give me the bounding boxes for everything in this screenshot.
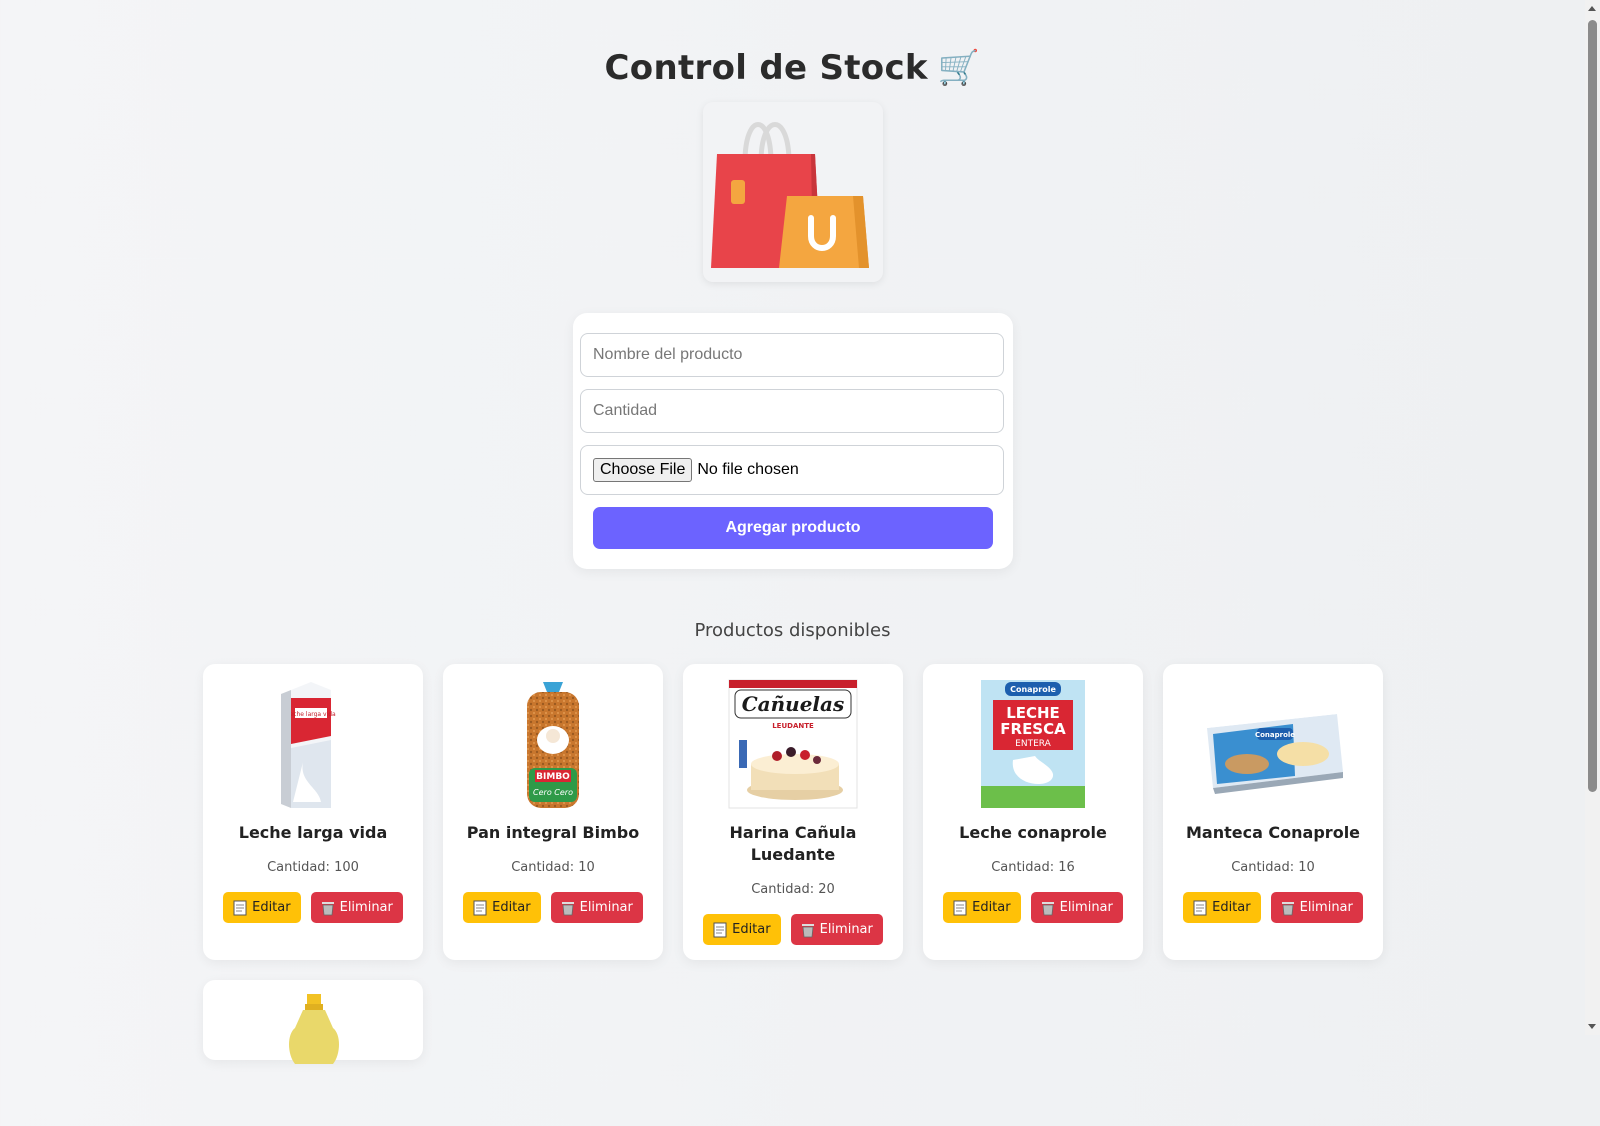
vertical-scrollbar[interactable] [1585, 0, 1600, 1035]
edit-label: Editar [252, 900, 291, 915]
shopping-bags-icon [711, 122, 869, 268]
product-name: Leche conaprole [959, 823, 1107, 842]
delete-button[interactable]: Eliminar [1030, 892, 1123, 923]
file-status: No file chosen [697, 461, 799, 478]
product-quantity: Cantidad: 10 [1231, 860, 1315, 875]
trash-icon [321, 901, 334, 915]
edit-label: Editar [1212, 900, 1251, 915]
scroll-up-arrow-icon[interactable] [1588, 6, 1596, 11]
trash-icon [801, 923, 814, 937]
edit-label: Editar [732, 922, 771, 937]
product-actions: Editar Eliminar [923, 892, 1143, 923]
product-card: Cañuelas LEUDANTE Harina Cañula Luedante… [683, 664, 903, 960]
add-product-button[interactable]: Agregar producto [593, 507, 993, 549]
product-name: Manteca Conaprole [1185, 823, 1361, 842]
delete-button[interactable]: Eliminar [790, 914, 883, 945]
trash-icon [1281, 901, 1294, 915]
product-name: Pan integral Bimbo [466, 823, 640, 842]
memo-icon [713, 922, 727, 937]
file-input[interactable]: Choose File No file chosen [580, 445, 1004, 495]
product-quantity: Cantidad: 16 [991, 860, 1075, 875]
product-image-milk-carton: Leche larga vida [281, 682, 336, 808]
product-quantity: Cantidad: 100 [267, 860, 359, 875]
product-quantity: Cantidad: 10 [511, 860, 595, 875]
product-actions: Editar Eliminar [443, 892, 663, 923]
product-name: Harina Cañula Luedante [729, 823, 857, 864]
memo-icon [953, 900, 967, 915]
edit-button[interactable]: Editar [223, 892, 301, 923]
product-actions: Editar Eliminar [1163, 892, 1383, 923]
conaprole-image-text: Conaprole [1010, 685, 1056, 694]
product-actions: Editar Eliminar [203, 892, 423, 923]
product-image-oil-bottle [289, 994, 339, 1064]
store-logo [703, 102, 883, 282]
canuelas-sub-image-text: LEUDANTE [772, 722, 814, 730]
edit-button[interactable]: Editar [1183, 892, 1261, 923]
product-image-milk-bag: Conaprole LECHE FRESCA ENTERA [981, 680, 1085, 808]
delete-label: Eliminar [339, 900, 393, 915]
bimbo-image-text: BIMBO [536, 772, 570, 782]
page-title: Control de Stock 🛒 [0, 48, 1585, 88]
page: Control de Stock🛒 Choose File No file ch… [0, 0, 1585, 1064]
edit-label: Editar [492, 900, 531, 915]
product-card: Leche larga vida Leche larga vida Cantid… [203, 664, 423, 960]
delete-button[interactable]: Eliminar [550, 892, 643, 923]
delete-button[interactable]: Eliminar [310, 892, 403, 923]
page-title-text: Control de Stock [604, 48, 928, 88]
fresca-image-text: FRESCA [1000, 720, 1066, 738]
product-actions: Editar Eliminar [683, 914, 903, 945]
product-quantity: Cantidad: 20 [751, 882, 835, 897]
memo-icon [233, 900, 247, 915]
conaprole-butter-image-text: Conaprole [1255, 731, 1295, 739]
memo-icon [1193, 900, 1207, 915]
product-name: Leche larga vida [238, 823, 388, 842]
edit-button[interactable]: Editar [703, 914, 781, 945]
entera-image-text: ENTERA [1015, 739, 1051, 749]
quantity-input[interactable] [580, 389, 1004, 433]
bimbo-sub-image-text: Cero Cero [533, 788, 573, 797]
product-card: Conaprole LECHE FRESCA ENTERA Leche cona… [923, 664, 1143, 960]
trash-icon [1041, 901, 1054, 915]
product-image-flour-package: Cañuelas LEUDANTE [728, 679, 858, 809]
delete-label: Eliminar [1059, 900, 1113, 915]
canuelas-image-text: Cañuelas [742, 692, 845, 716]
delete-label: Eliminar [579, 900, 633, 915]
section-title: Productos disponibles [694, 620, 891, 641]
milk-image-text: Leche larga vida [286, 711, 336, 718]
product-card [203, 980, 423, 1064]
edit-button[interactable]: Editar [463, 892, 541, 923]
product-name-input[interactable] [580, 333, 1004, 377]
product-image-bread-bag: BIMBO Cero Cero [527, 682, 579, 808]
product-card: Conaprole Manteca Conaprole Cantidad: 10… [1163, 664, 1383, 960]
scrollbar-thumb[interactable] [1588, 20, 1597, 792]
scroll-down-arrow-icon[interactable] [1588, 1024, 1596, 1029]
edit-button[interactable]: Editar [943, 892, 1021, 923]
product-image-butter-pack: Conaprole [1205, 706, 1343, 794]
shopping-cart-icon: 🛒 [937, 48, 981, 88]
choose-file-button[interactable]: Choose File [593, 458, 693, 482]
add-product-form: Choose File No file chosen Agregar produ… [573, 313, 1013, 569]
product-card: BIMBO Cero Cero Pan integral Bimbo Canti… [443, 664, 663, 960]
delete-button[interactable]: Eliminar [1270, 892, 1363, 923]
trash-icon [561, 901, 574, 915]
delete-label: Eliminar [1299, 900, 1353, 915]
memo-icon [473, 900, 487, 915]
edit-label: Editar [972, 900, 1011, 915]
delete-label: Eliminar [819, 922, 873, 937]
